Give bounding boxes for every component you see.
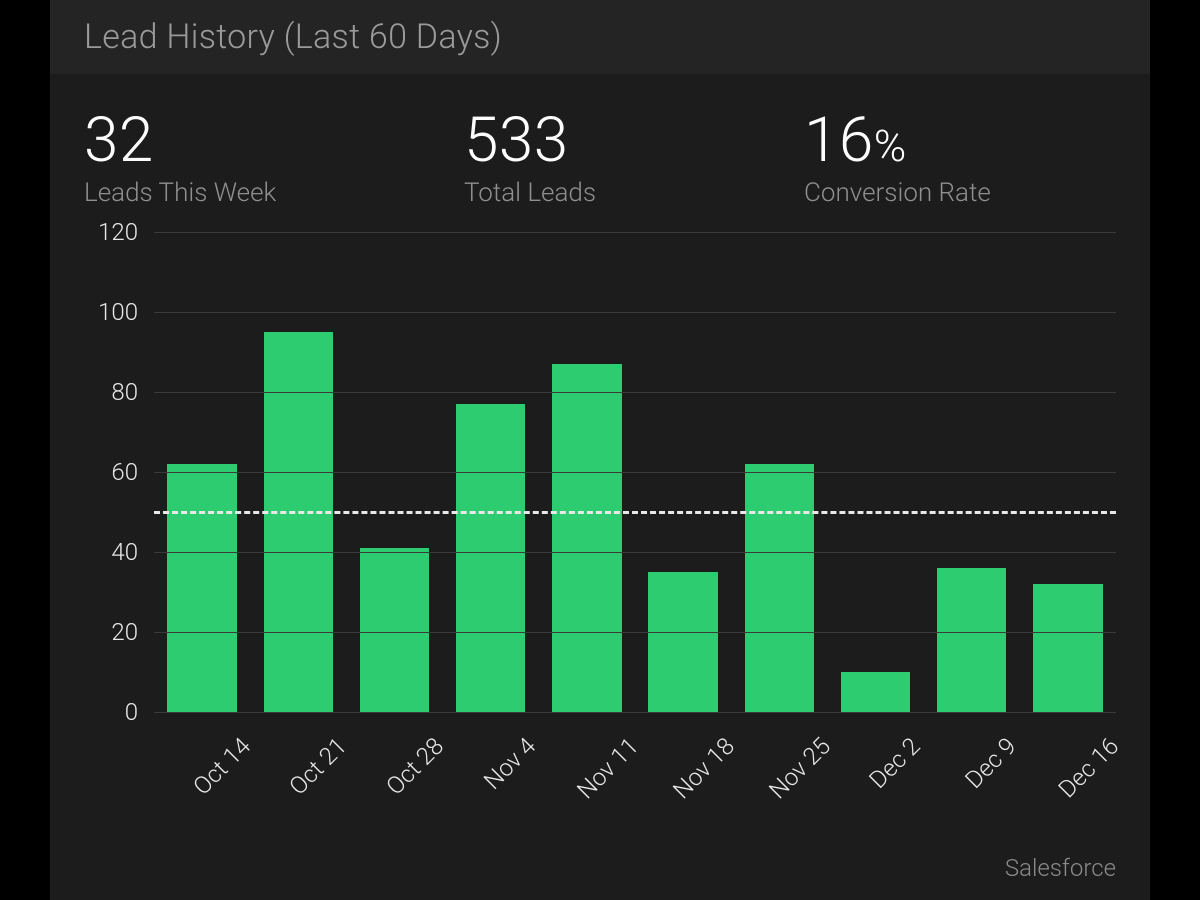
- x-axis: Oct 14Oct 21Oct 28Nov 4Nov 11Nov 18Nov 2…: [154, 712, 1116, 852]
- gridline: [154, 632, 1116, 633]
- x-tick-cell: Oct 28: [346, 712, 442, 852]
- dashboard-panel: Lead History (Last 60 Days) 32 Leads Thi…: [50, 0, 1150, 900]
- x-tick-label: Dec 2: [863, 732, 925, 794]
- y-tick-label: 20: [111, 618, 138, 646]
- x-tick-cell: Dec 16: [1020, 712, 1116, 852]
- reference-line: [154, 511, 1116, 514]
- metrics-row: 32 Leads This Week 533 Total Leads 16% C…: [50, 74, 1150, 218]
- x-tick-label: Oct 14: [188, 732, 256, 800]
- x-tick-cell: Dec 9: [924, 712, 1020, 852]
- chart-bar: [937, 568, 1006, 712]
- chart-area: 020406080100120 Oct 14Oct 21Oct 28Nov 4N…: [70, 232, 1116, 900]
- x-tick-label: Dec 16: [1053, 732, 1124, 803]
- x-tick-cell: Nov 4: [443, 712, 539, 852]
- title-bar: Lead History (Last 60 Days): [50, 0, 1150, 74]
- x-tick-cell: Nov 18: [635, 712, 731, 852]
- x-tick-label: Nov 25: [764, 732, 836, 804]
- y-tick-label: 120: [98, 218, 138, 246]
- gridline: [154, 232, 1116, 233]
- gridline: [154, 392, 1116, 393]
- metric-label: Conversion Rate: [804, 178, 991, 208]
- gridline: [154, 472, 1116, 473]
- chart-bar: [841, 672, 910, 712]
- chart-plot: [154, 232, 1116, 712]
- metric-value: 533: [464, 110, 804, 172]
- panel-title: Lead History (Last 60 Days): [84, 17, 502, 57]
- metric-label: Leads This Week: [84, 178, 464, 208]
- x-tick-cell: Nov 25: [731, 712, 827, 852]
- y-tick-label: 40: [111, 538, 138, 566]
- y-tick-label: 0: [125, 698, 138, 726]
- metric-label: Total Leads: [464, 178, 804, 208]
- metric-leads-this-week: 32 Leads This Week: [84, 110, 464, 208]
- chart-bar: [264, 332, 333, 712]
- y-tick-label: 80: [111, 378, 138, 406]
- x-tick-label: Nov 4: [478, 732, 541, 795]
- x-tick-label: Dec 9: [959, 732, 1021, 794]
- gridline: [154, 552, 1116, 553]
- chart-bar: [1033, 584, 1102, 712]
- metric-total-leads: 533 Total Leads: [464, 110, 804, 208]
- chart-bar: [552, 364, 621, 712]
- metric-value: 32: [84, 110, 464, 172]
- x-tick-cell: Oct 14: [154, 712, 250, 852]
- chart-bar: [745, 464, 814, 712]
- data-source-label: Salesforce: [1005, 854, 1116, 882]
- x-tick-label: Oct 21: [284, 732, 352, 800]
- chart-bar: [456, 404, 525, 712]
- x-tick-label: Oct 28: [380, 732, 448, 800]
- chart-bar: [360, 548, 429, 712]
- x-tick-cell: Dec 2: [827, 712, 923, 852]
- chart-bar: [167, 464, 236, 712]
- gridline: [154, 312, 1116, 313]
- y-tick-label: 100: [98, 298, 138, 326]
- x-tick-cell: Nov 11: [539, 712, 635, 852]
- x-tick-label: Nov 18: [668, 732, 740, 804]
- x-tick-label: Nov 11: [572, 732, 644, 804]
- x-tick-cell: Oct 21: [250, 712, 346, 852]
- y-tick-label: 60: [111, 458, 138, 486]
- metric-value: 16%: [804, 110, 991, 172]
- metric-conversion-rate: 16% Conversion Rate: [804, 110, 991, 208]
- chart-bar: [648, 572, 717, 712]
